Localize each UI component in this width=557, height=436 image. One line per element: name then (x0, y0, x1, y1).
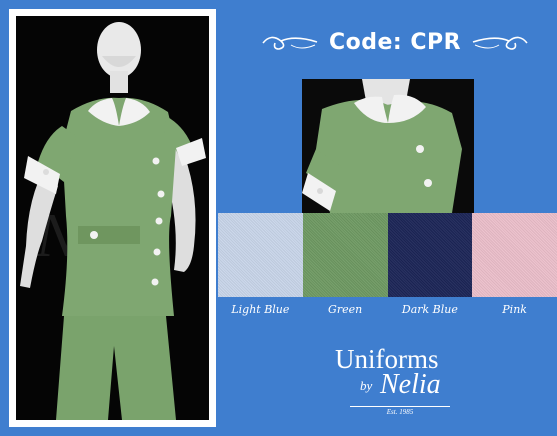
swatch-label-dark-blue: Dark Blue (401, 303, 458, 316)
swatch-label-light-blue: Light Blue (231, 303, 290, 316)
brand-logo: Uniforms by Nelia Est. 1985 (330, 344, 460, 420)
logo-nelia-text: Nelia (380, 369, 441, 400)
collar-detail-illustration (302, 79, 474, 213)
logo-est-text: Est. 1985 (386, 408, 414, 416)
mannequin-illustration: Nelia (16, 16, 209, 420)
swatch-light-blue[interactable] (218, 213, 303, 297)
collar-detail-photo (302, 79, 474, 213)
swatch-pink[interactable] (472, 213, 557, 297)
swatch-dark-blue[interactable] (387, 213, 473, 297)
swatch-labels: Light Blue Green Dark Blue Pink (218, 300, 557, 320)
logo-divider (350, 406, 450, 407)
swatch-label-pink: Pink (502, 303, 527, 316)
product-code-title: Code: CPR (328, 29, 462, 55)
swatch-green[interactable] (302, 213, 388, 297)
right-flourish-icon (472, 36, 528, 50)
color-swatches (218, 213, 557, 297)
logo-by-text: by (360, 378, 373, 393)
mannequin-photo: Nelia (16, 16, 209, 420)
swatch-label-green: Green (328, 303, 363, 316)
left-flourish-icon (262, 36, 318, 50)
main-photo-frame: Nelia (9, 9, 216, 427)
product-code-header: Code: CPR (250, 24, 540, 60)
